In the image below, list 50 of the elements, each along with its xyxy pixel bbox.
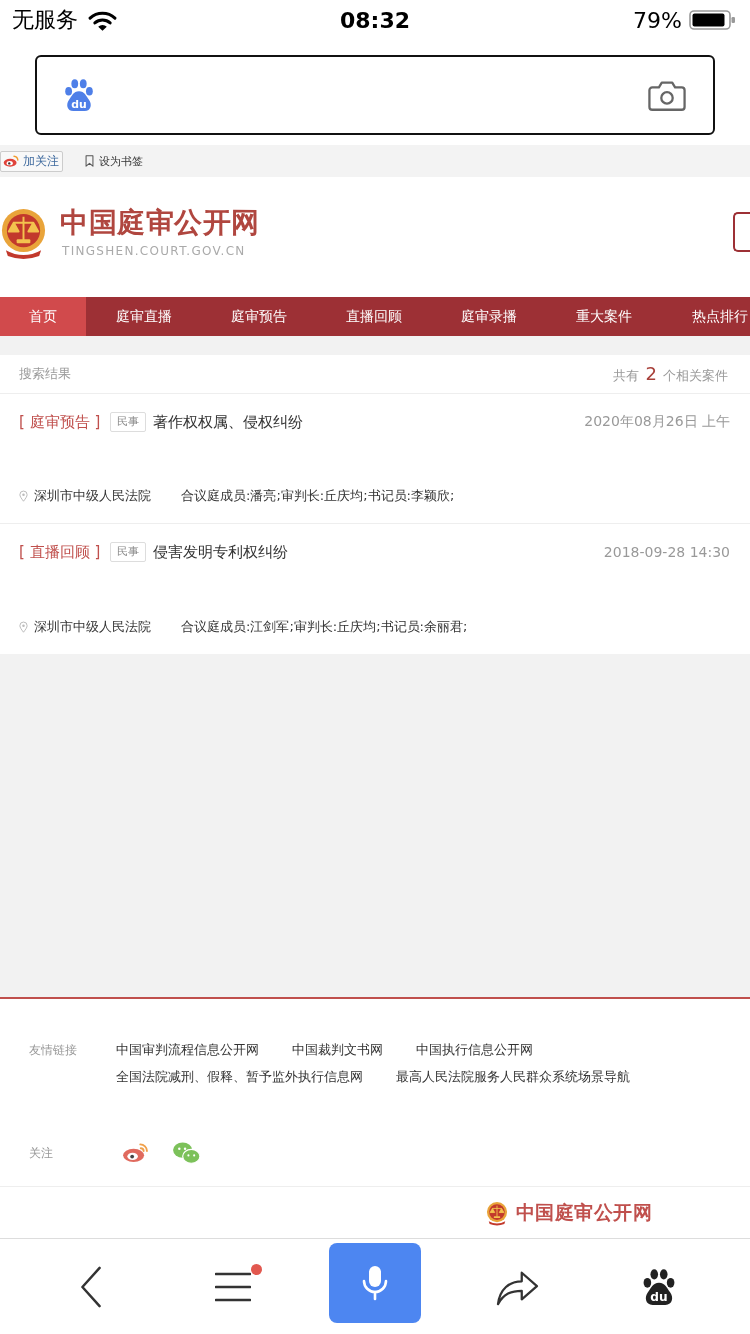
weibo-icon[interactable]: [122, 1142, 149, 1163]
battery-icon: [689, 10, 736, 30]
case-type-tag: 民事: [110, 542, 147, 562]
footer-link[interactable]: 中国裁判文书网: [292, 1041, 383, 1059]
wifi-icon: [88, 9, 117, 31]
case-time: 2018-09-28 14:30: [603, 544, 730, 560]
back-icon[interactable]: [79, 1265, 103, 1308]
court-emblem-icon: [485, 1199, 508, 1226]
location-pin-icon: [19, 621, 28, 633]
footer-link[interactable]: 全国法院减刑、假释、暂予监外执行信息网: [116, 1068, 363, 1086]
panel-members: 合议庭成员:江剑军;审判长:丘庆均;书记员:余丽君;: [181, 618, 468, 636]
battery-percent: 79%: [633, 7, 682, 33]
microphone-icon: [361, 1264, 389, 1301]
case-title-link[interactable]: 著作权权属、侵权纠纷: [153, 412, 304, 432]
bookmark-icon: [85, 155, 94, 167]
case-category-link[interactable]: [ 庭审预告 ]: [19, 412, 101, 432]
site-title: 中国庭审公开网: [60, 206, 260, 240]
case-time: 2020年08月26日 上午: [584, 413, 730, 431]
voice-search-button[interactable]: [329, 1242, 421, 1323]
case-title-link[interactable]: 侵害发明专利权纠纷: [153, 542, 289, 562]
results-heading: 搜索结果: [19, 365, 71, 383]
results-count: 共有 2 个相关案件: [613, 363, 728, 385]
nav-tab[interactable]: 庭审预告: [201, 297, 316, 336]
bookmark-link[interactable]: 设为书签: [85, 153, 143, 169]
carrier-text: 无服务: [12, 6, 78, 34]
follow-button[interactable]: 加关注: [0, 150, 63, 172]
nav-tab[interactable]: 重大案件: [546, 297, 661, 336]
nav-tab[interactable]: 庭审直播: [86, 297, 201, 336]
menu-icon[interactable]: [215, 1271, 251, 1302]
nav-tab[interactable]: 直播回顾: [316, 297, 431, 336]
court-name: 深圳市中级人民法院: [34, 618, 151, 636]
court-name: 深圳市中级人民法院: [34, 487, 151, 505]
search-field[interactable]: du: [35, 55, 715, 135]
panel-members: 合议庭成员:潘亮;审判长:丘庆均;书记员:李颖欣;: [181, 487, 455, 505]
location-pin-icon: [19, 490, 28, 502]
nav-tab[interactable]: 热点排行: [661, 297, 750, 336]
clock-time: 08:32: [340, 7, 410, 33]
case-category-link[interactable]: [ 直播回顾 ]: [19, 542, 101, 562]
footer-brand: 中国庭审公开网: [515, 1199, 652, 1225]
header-button[interactable]: [733, 212, 750, 252]
case-type-tag: 民事: [110, 412, 147, 432]
footer-link[interactable]: 中国审判流程信息公开网: [116, 1041, 259, 1059]
nav-tab[interactable]: 庭审录播: [431, 297, 546, 336]
nav-tab[interactable]: 首页: [0, 297, 86, 336]
site-domain: TINGSHEN.COURT.GOV.CN: [62, 244, 247, 258]
footer-link[interactable]: 中国执行信息公开网: [416, 1041, 533, 1059]
follow-label: 关注: [29, 1144, 54, 1162]
links-label: 友情链接: [29, 1042, 78, 1059]
weibo-icon: [3, 155, 19, 167]
footer-link[interactable]: 最高人民法院服务人民群众系统场景导航: [396, 1068, 630, 1086]
